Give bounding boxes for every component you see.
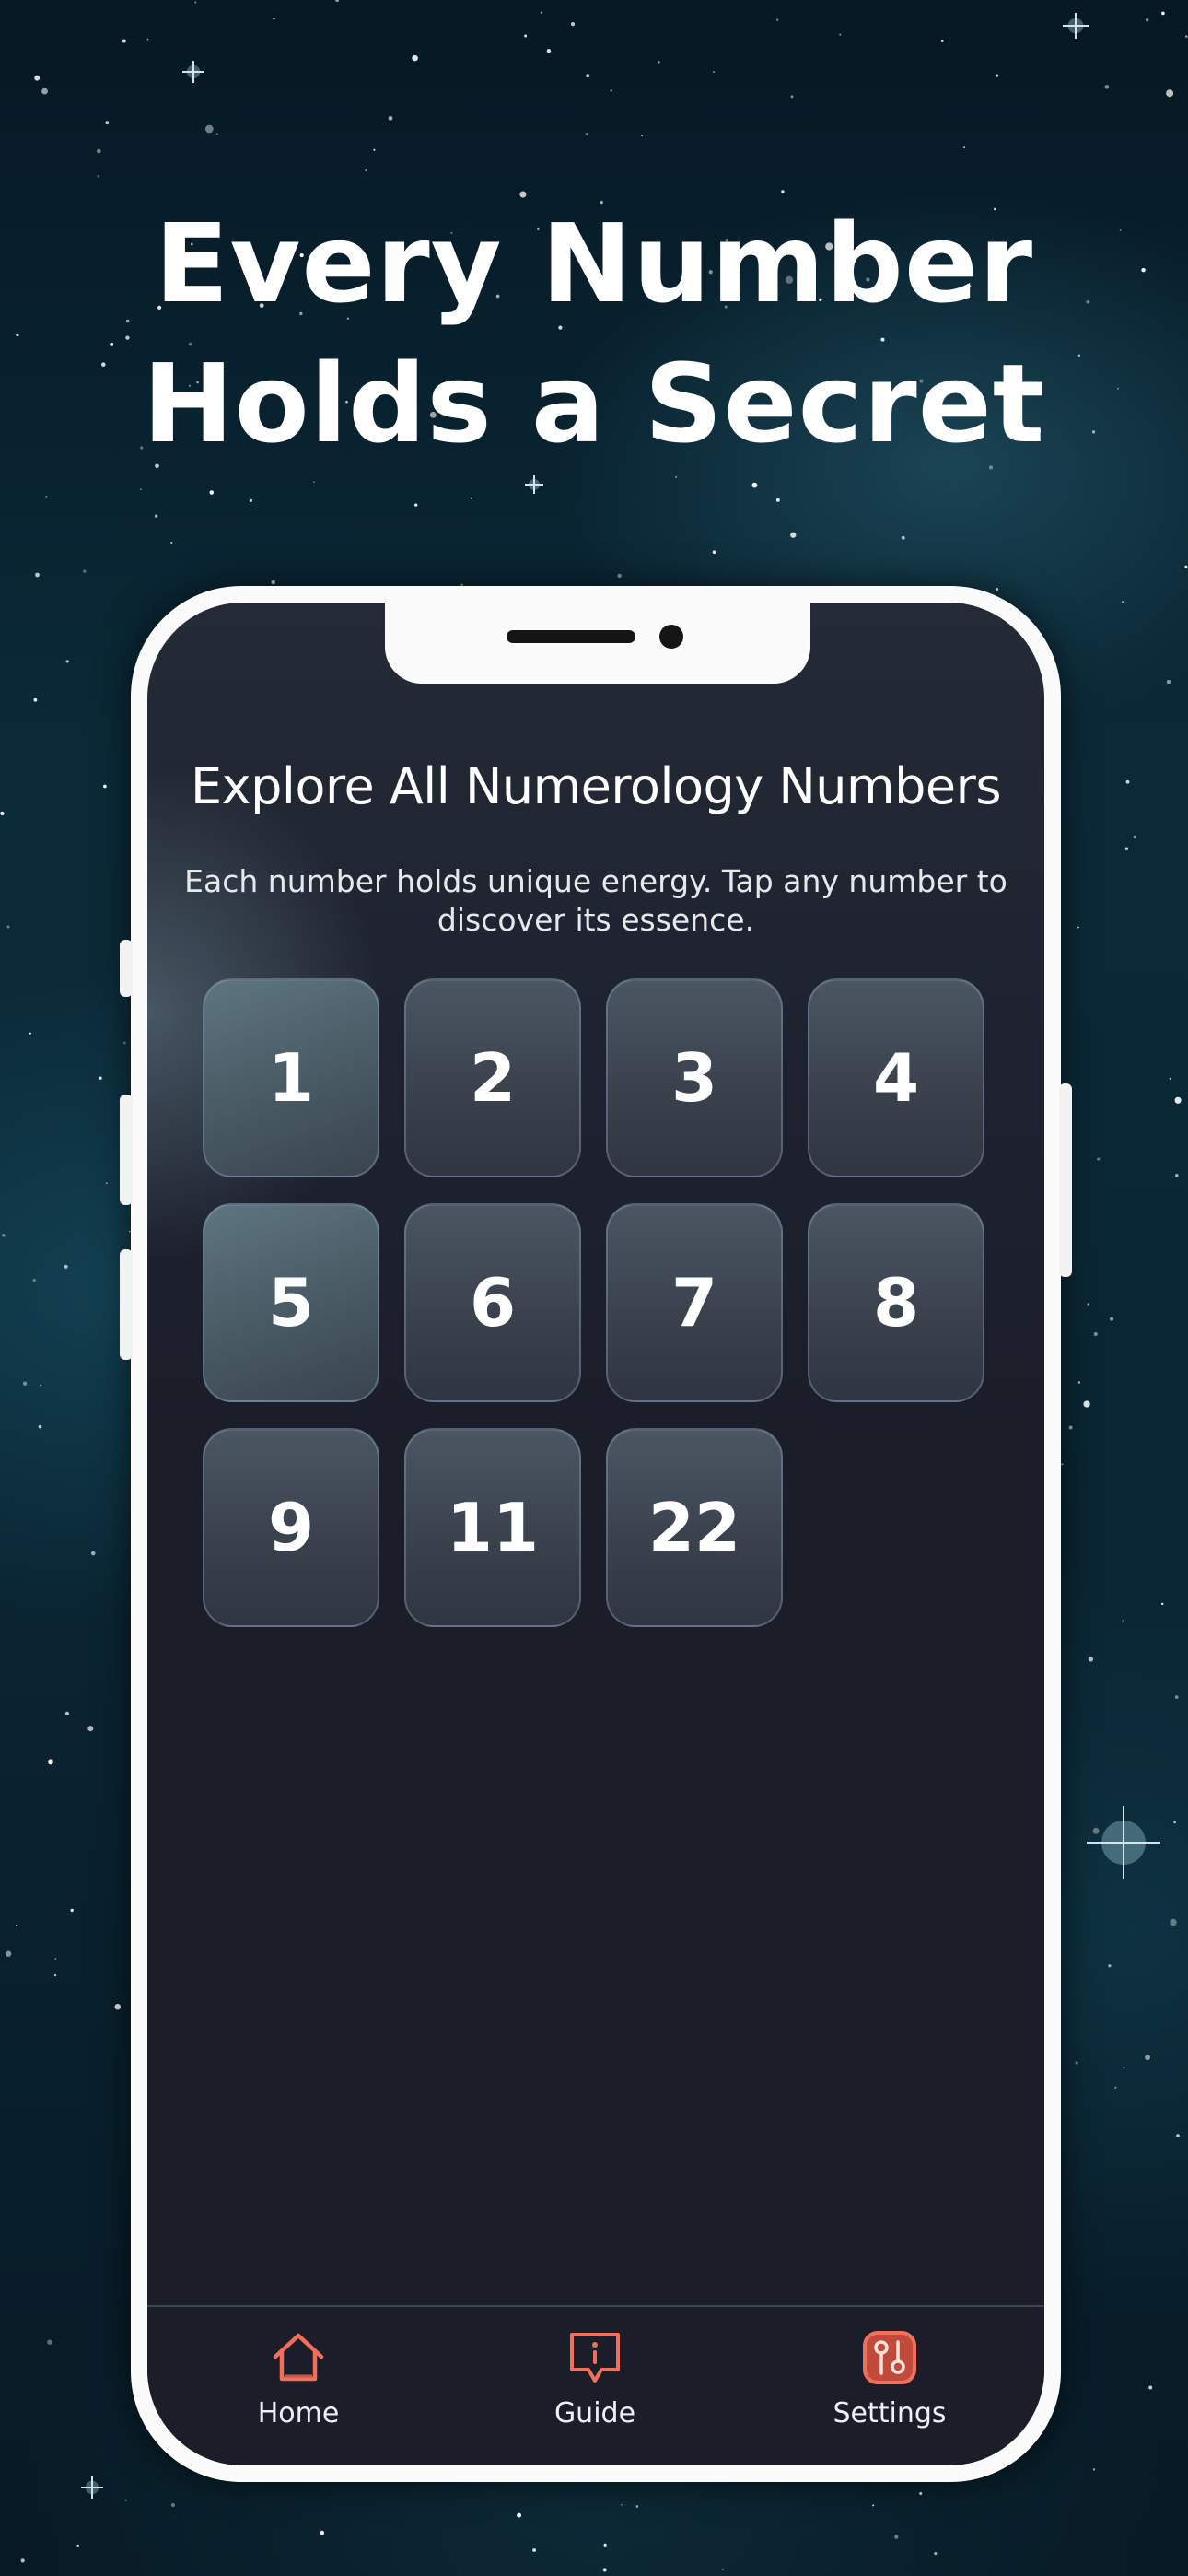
tab-guide-label: Guide xyxy=(553,2397,636,2430)
promo-headline: Every Number Holds a Secret xyxy=(0,193,1188,474)
number-tile-2[interactable]: 2 xyxy=(404,978,581,1177)
phone-frame: Explore All Numerology Numbers Each numb… xyxy=(120,586,1072,2482)
number-tile-1[interactable]: 1 xyxy=(203,978,379,1177)
promo-headline-line2: Holds a Secret xyxy=(142,340,1046,467)
page-title: Explore All Numerology Numbers xyxy=(191,757,1001,815)
tab-guide[interactable]: Guide xyxy=(503,2327,687,2430)
phone-power-button xyxy=(1059,1083,1072,1277)
home-icon xyxy=(273,2333,324,2382)
number-tile-8[interactable]: 8 xyxy=(808,1203,984,1402)
tab-settings[interactable]: Settings xyxy=(798,2327,982,2430)
tab-settings-label: Settings xyxy=(833,2397,947,2430)
number-tile-22[interactable]: 22 xyxy=(606,1428,783,1627)
app-screen: Explore All Numerology Numbers Each numb… xyxy=(147,603,1044,2465)
phone-volume-up xyxy=(120,1095,133,1205)
number-tile-7[interactable]: 7 xyxy=(606,1203,783,1402)
number-tile-11[interactable]: 11 xyxy=(404,1428,581,1627)
promo-headline-line1: Every Number xyxy=(154,200,1034,327)
tab-bar: Home Guide Settings xyxy=(147,2305,1044,2465)
phone-volume-down xyxy=(120,1249,133,1360)
front-camera xyxy=(659,625,683,649)
speaker-grille xyxy=(507,630,635,643)
phone-mute-switch xyxy=(120,940,133,997)
number-tile-6[interactable]: 6 xyxy=(404,1203,581,1402)
number-grid: 1 2 3 4 5 6 7 8 9 11 22 xyxy=(203,978,985,1627)
phone-notch xyxy=(385,603,810,684)
guide-icon xyxy=(570,2333,620,2383)
number-tile-9[interactable]: 9 xyxy=(203,1428,379,1627)
number-tile-3[interactable]: 3 xyxy=(606,978,783,1177)
tab-home-label: Home xyxy=(257,2397,340,2430)
page-subtitle: Each number holds unique energy. Tap any… xyxy=(184,863,1007,938)
tab-home[interactable]: Home xyxy=(206,2327,390,2430)
settings-icon xyxy=(863,2331,916,2384)
number-tile-4[interactable]: 4 xyxy=(808,978,984,1177)
number-tile-5[interactable]: 5 xyxy=(203,1203,379,1402)
